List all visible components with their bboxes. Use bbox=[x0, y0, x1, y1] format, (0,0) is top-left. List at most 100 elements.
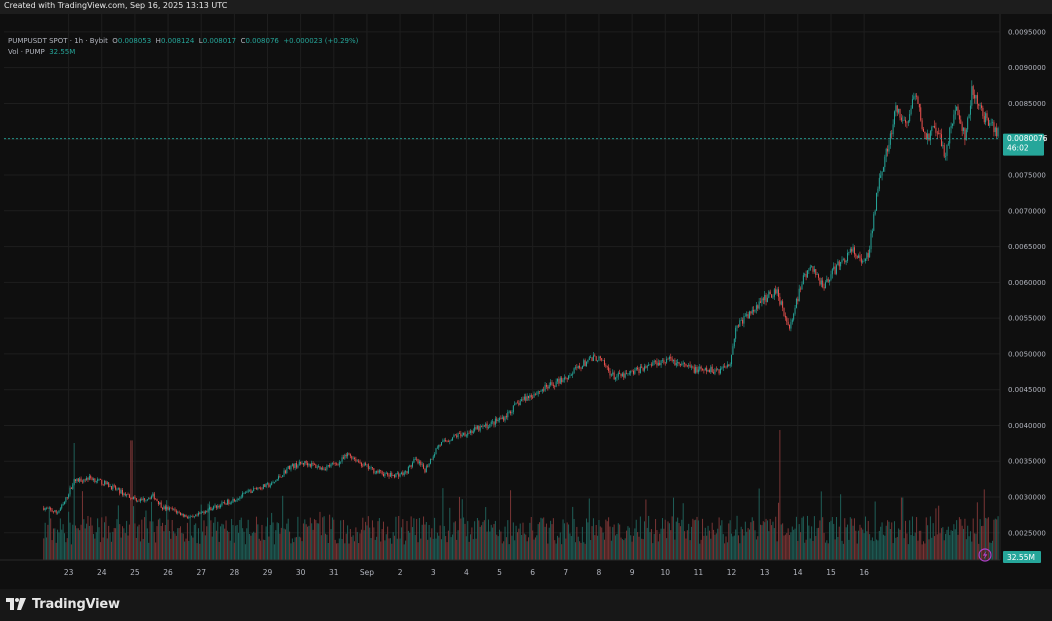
volume-bar bbox=[679, 526, 681, 560]
price-axis[interactable]: 0.0025000 0.0030000 0.0035000 0.0040000 0.00… bbox=[1008, 28, 1046, 537]
volume-bar bbox=[503, 541, 505, 560]
volume-bar bbox=[601, 527, 603, 560]
candle-body bbox=[550, 382, 552, 386]
volume-bar bbox=[131, 440, 133, 560]
volume-bar bbox=[663, 528, 665, 560]
volume-bar bbox=[661, 518, 663, 560]
candle-body bbox=[577, 365, 579, 369]
volume-bar bbox=[592, 518, 594, 560]
time-tick-label: 7 bbox=[563, 568, 568, 577]
candle-body bbox=[907, 121, 909, 123]
candle-body bbox=[175, 510, 177, 513]
candle-body bbox=[569, 375, 571, 376]
volume-bar bbox=[834, 539, 836, 560]
volume-bar bbox=[922, 541, 924, 560]
lightning-icon[interactable] bbox=[978, 548, 992, 562]
candle-body bbox=[613, 372, 615, 380]
candle-body bbox=[66, 497, 68, 498]
candle-body bbox=[311, 463, 313, 467]
volume-bar bbox=[563, 523, 565, 560]
candle-body bbox=[499, 418, 501, 420]
candle-body bbox=[663, 360, 665, 363]
volume-bar bbox=[377, 521, 379, 560]
volume-bar bbox=[389, 538, 391, 560]
volume-bar bbox=[844, 518, 846, 560]
candle-body bbox=[316, 467, 318, 469]
volume-bar bbox=[972, 518, 974, 560]
volume-bar bbox=[722, 534, 724, 560]
candle-body bbox=[240, 496, 242, 498]
candle-body bbox=[605, 365, 607, 367]
volume-bar bbox=[363, 530, 365, 560]
volume-bar bbox=[532, 530, 534, 560]
legend-volume-label[interactable]: Vol · PUMP bbox=[8, 48, 45, 56]
candle-body bbox=[935, 127, 937, 133]
volume-bar bbox=[957, 534, 959, 560]
candle-body bbox=[733, 338, 735, 347]
volume-bar bbox=[431, 528, 433, 560]
candle-body bbox=[242, 493, 244, 497]
candle-body bbox=[137, 500, 139, 502]
candle-body bbox=[463, 432, 465, 436]
legend-symbol[interactable]: PUMPUSDT SPOT · 1h · Bybit bbox=[8, 37, 108, 45]
volume-bar bbox=[318, 523, 320, 560]
volume-bar bbox=[250, 535, 252, 560]
price-chart[interactable]: 0.0025000 0.0030000 0.0035000 0.0040000 0.00… bbox=[0, 14, 1052, 589]
volume-bar bbox=[505, 537, 507, 560]
candle-body bbox=[911, 99, 913, 109]
candle-body bbox=[808, 269, 810, 271]
candle-body bbox=[91, 477, 93, 481]
candle-body bbox=[681, 363, 683, 366]
chart-panel[interactable]: 0.0025000 0.0030000 0.0035000 0.0040000 0.00… bbox=[0, 14, 1052, 589]
candle-body bbox=[166, 506, 168, 510]
candle-body bbox=[945, 155, 947, 157]
volume-bar bbox=[171, 519, 173, 560]
volume-bar bbox=[109, 532, 111, 560]
volume-bar bbox=[874, 501, 876, 560]
volume-bar bbox=[907, 544, 909, 560]
volume-bar bbox=[160, 526, 162, 560]
price-tag-value: 0.0080076 bbox=[1007, 134, 1048, 143]
candle-body bbox=[128, 494, 130, 498]
volume-bar bbox=[391, 543, 393, 560]
candle-body bbox=[876, 192, 878, 211]
volume-bar bbox=[481, 525, 483, 560]
volume-bar bbox=[283, 528, 285, 560]
candle-body bbox=[794, 307, 796, 314]
candle-body bbox=[638, 369, 640, 374]
candle-body bbox=[718, 369, 720, 374]
volume-bar bbox=[624, 538, 626, 560]
volume-bar bbox=[239, 520, 241, 560]
candle-body bbox=[367, 464, 369, 469]
candle-body bbox=[949, 128, 951, 144]
candle-body bbox=[859, 255, 861, 259]
time-tick-label: 15 bbox=[826, 568, 836, 577]
volume-bar bbox=[425, 521, 427, 560]
volume-bar bbox=[316, 523, 318, 560]
volume-bar bbox=[740, 526, 742, 560]
candle-body bbox=[333, 463, 335, 464]
candle-body bbox=[791, 319, 793, 323]
candle-body bbox=[664, 362, 666, 364]
candle-body bbox=[284, 470, 286, 473]
candle-body bbox=[225, 503, 227, 505]
candle-body bbox=[525, 396, 527, 401]
grid-lines bbox=[4, 14, 1000, 560]
volume-bar bbox=[262, 539, 264, 560]
volume-bar bbox=[947, 526, 949, 560]
candle-body bbox=[395, 473, 397, 478]
volume-bar bbox=[102, 537, 104, 560]
candle-body bbox=[287, 465, 289, 469]
volume-bar bbox=[423, 516, 425, 560]
candle-body bbox=[485, 423, 487, 427]
candle-body bbox=[465, 435, 467, 437]
volume-bar bbox=[905, 520, 907, 560]
volume-bar bbox=[776, 541, 778, 560]
volume-bar bbox=[689, 540, 691, 560]
candle-body bbox=[258, 487, 260, 489]
candle-body bbox=[62, 504, 64, 506]
candle-body bbox=[334, 463, 336, 464]
volume-bar bbox=[609, 526, 611, 560]
tradingview-logo[interactable]: TradingView bbox=[6, 595, 120, 613]
candle-body bbox=[891, 133, 893, 135]
